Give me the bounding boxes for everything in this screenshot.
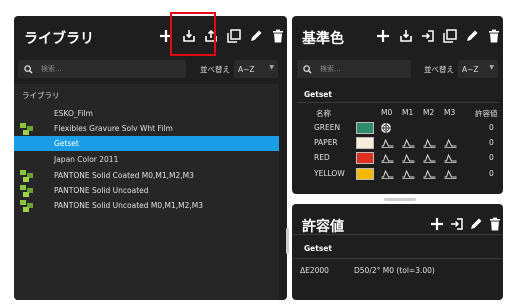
duplicate-icon[interactable] [227, 28, 241, 44]
color-name: RED [314, 153, 330, 162]
search-icon [24, 64, 33, 74]
library-icon [20, 123, 33, 135]
color-name: YELLOW [314, 169, 345, 178]
edit-icon[interactable] [249, 28, 263, 44]
divider [297, 102, 499, 103]
sort-value: A~Z [238, 64, 255, 74]
column-header-m1: M1 [402, 108, 414, 117]
list-item[interactable]: Flexibles Gravure Solv Wht Film [14, 121, 279, 136]
list-item[interactable]: ESKO_Film [14, 106, 279, 121]
edit-icon[interactable] [465, 28, 479, 44]
target-icon [381, 123, 391, 133]
tolerance-value: 0 [489, 138, 494, 147]
color-swatch [356, 137, 374, 149]
color-swatch [356, 168, 374, 180]
curve-icon [402, 138, 415, 148]
tolerance-value: 0 [489, 123, 494, 132]
delete-icon[interactable] [488, 216, 502, 232]
curve-icon [444, 153, 457, 163]
search-placeholder: 検索... [320, 65, 341, 73]
tolerance-section-title: Getset [304, 244, 332, 253]
reference-section-title: Getset [304, 90, 332, 99]
library-panel: ライブラリ 検索... 並べ替え A~Z ▼ ライブラリ ESKO_Film F… [14, 16, 287, 300]
divider [292, 234, 503, 235]
import-icon[interactable] [399, 28, 413, 44]
tolerance-metric: ΔE2000 [300, 266, 329, 275]
login-icon[interactable] [421, 28, 435, 44]
search-placeholder: 検索... [41, 65, 62, 73]
curve-icon [381, 169, 394, 179]
column-header-m3: M3 [444, 108, 456, 117]
chevron-down-icon: ▼ [489, 64, 494, 71]
horizontal-splitter-handle[interactable] [384, 198, 416, 201]
library-icon [20, 170, 33, 182]
duplicate-icon[interactable] [443, 28, 457, 44]
highlight-box [170, 12, 216, 56]
curve-icon [423, 153, 436, 163]
reference-toolbar [368, 28, 501, 44]
list-item[interactable]: PANTONE Solid Uncoated M0,M1,M2,M3 [14, 198, 279, 213]
curve-icon [444, 169, 457, 179]
reference-title: 基準色 [302, 31, 344, 47]
delete-icon[interactable] [271, 28, 285, 44]
curve-icon [402, 169, 415, 179]
plus-icon[interactable] [430, 216, 444, 232]
sort-label: 並べ替え [424, 64, 454, 74]
tolerance-title: 許容値 [302, 219, 344, 235]
library-list: ライブラリ ESKO_Film Flexibles Gravure Solv W… [14, 84, 279, 300]
sort-select[interactable]: A~Z ▼ [234, 60, 278, 78]
login-icon[interactable] [450, 216, 464, 232]
chevron-down-icon: ▼ [269, 64, 274, 71]
reference-search-input[interactable]: 検索... [297, 60, 411, 78]
curve-icon [402, 153, 415, 163]
library-root-label: ライブラリ [22, 91, 60, 100]
library-search-input[interactable]: 検索... [18, 60, 186, 78]
library-icon [20, 185, 33, 197]
column-header-tolerance: 許容値 [475, 109, 498, 118]
color-swatch [356, 122, 374, 134]
curve-icon [444, 138, 457, 148]
curve-icon [381, 138, 394, 148]
column-header-name: 名称 [316, 109, 331, 118]
color-name: PAPER [314, 138, 338, 147]
delete-icon[interactable] [487, 28, 501, 44]
color-swatch [356, 152, 374, 164]
tolerance-panel: 許容値 Getset ΔE2000 D50/2° M0 (tol=3.00) [292, 204, 503, 300]
tolerance-toolbar [422, 216, 502, 232]
divider [292, 258, 503, 259]
sort-select[interactable]: A~Z ▼ [458, 60, 498, 78]
curve-icon [423, 138, 436, 148]
sort-label: 並べ替え [200, 64, 230, 74]
sort-value: A~Z [462, 64, 479, 74]
library-title: ライブラリ [24, 31, 94, 47]
list-item[interactable]: PANTONE Solid Coated M0,M1,M2,M3 [14, 168, 279, 183]
tolerance-value: 0 [489, 153, 494, 162]
tolerance-setting: D50/2° M0 (tol=3.00) [354, 266, 435, 275]
list-item[interactable]: PANTONE Solid Uncoated [14, 183, 279, 198]
curve-icon [423, 169, 436, 179]
library-icon [20, 200, 33, 212]
column-header-m2: M2 [423, 108, 435, 117]
edit-icon[interactable] [469, 216, 483, 232]
vertical-splitter-handle[interactable] [286, 228, 289, 254]
plus-icon[interactable] [376, 28, 390, 44]
color-name: GREEN [314, 123, 341, 132]
list-item[interactable]: Japan Color 2011 [14, 152, 279, 167]
tolerance-value: 0 [489, 169, 494, 178]
column-header-m0: M0 [381, 108, 393, 117]
reference-panel: 基準色 検索... 並べ替え A~Z ▼ Getset 名称 M0 M1 M2 … [292, 16, 503, 194]
search-icon [303, 64, 312, 74]
curve-icon [381, 153, 394, 163]
list-item-selected[interactable]: Getset [14, 136, 279, 151]
